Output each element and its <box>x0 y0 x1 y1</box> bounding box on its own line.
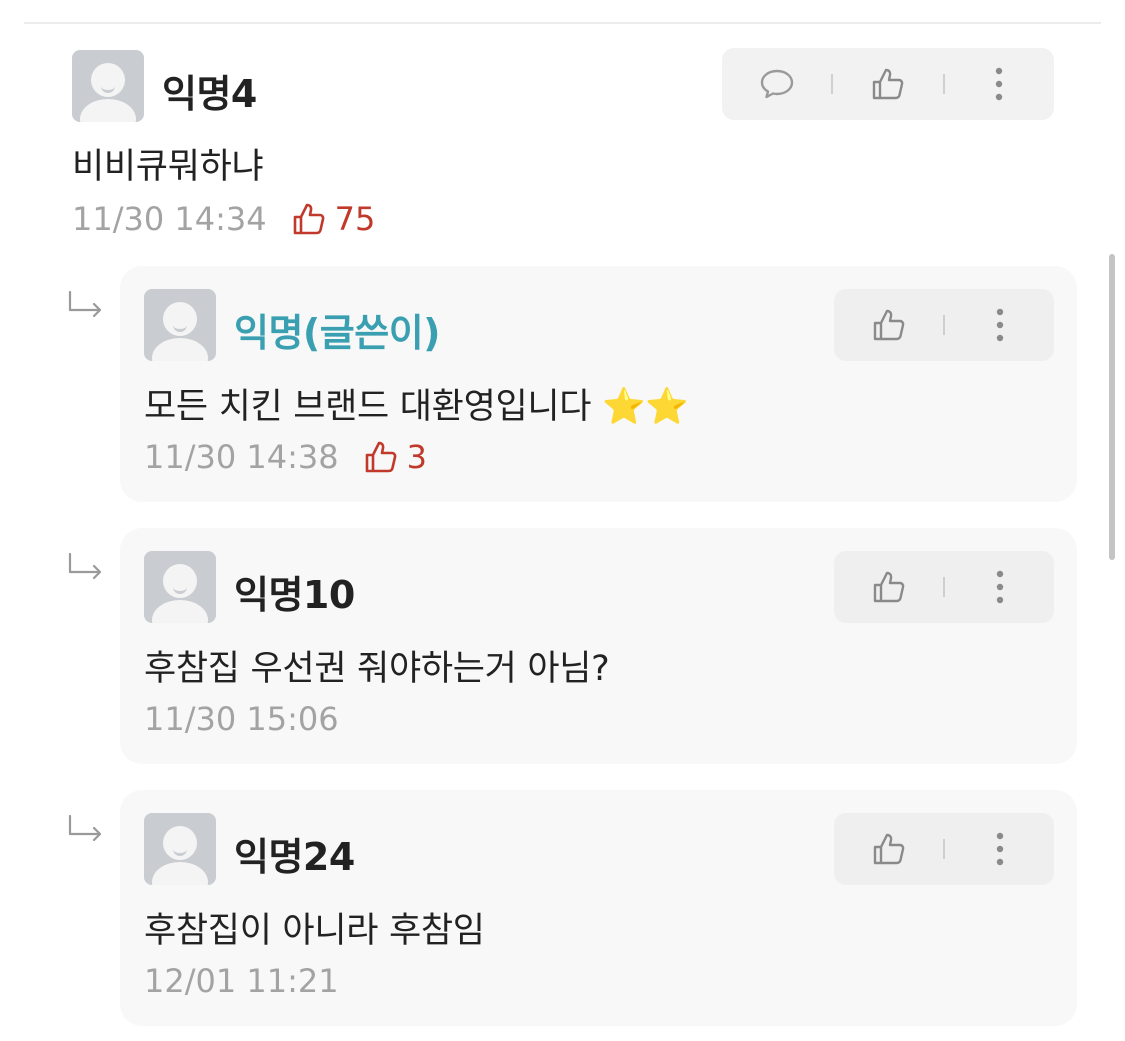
scrollbar-thumb[interactable] <box>1109 254 1115 560</box>
top-divider <box>24 22 1101 24</box>
more-button[interactable] <box>945 48 1054 120</box>
comment-author-name: 익명4 <box>162 72 257 116</box>
reply-arrow-icon <box>68 814 102 842</box>
avatar <box>72 50 144 122</box>
reply-actions <box>834 551 1054 623</box>
reply-card: 익명24 후참집이 아니라 후참임 12/01 11:21 <box>120 790 1077 1026</box>
reply-author-name: 익명24 <box>234 835 355 879</box>
more-button[interactable] <box>945 289 1054 361</box>
reply-time: 11/30 15:06 <box>144 700 339 738</box>
more-button[interactable] <box>945 551 1054 623</box>
reply-card: 익명(글쓴이) 모든 치킨 브랜드 대환영입니다 ⭐⭐ 11/30 14:38 … <box>120 266 1077 502</box>
reply-actions <box>834 289 1054 361</box>
comment-actions <box>722 48 1054 120</box>
reply-meta: 11/30 15:06 <box>144 700 339 738</box>
like-button[interactable] <box>834 289 943 361</box>
reply-time: 12/01 11:21 <box>144 962 339 1000</box>
avatar <box>144 551 216 623</box>
reply-meta: 12/01 11:21 <box>144 962 339 1000</box>
reply-actions <box>834 813 1054 885</box>
reply-arrow-icon <box>68 552 102 580</box>
vertical-ellipsis-icon <box>996 308 1003 342</box>
thumbs-up-icon <box>873 571 904 603</box>
reply-text: 후참집이 아니라 후참임 <box>144 911 485 951</box>
reply-arrow-icon <box>68 290 102 318</box>
avatar <box>144 289 216 361</box>
reply-text: 후참집 우선권 줘야하는거 아님? <box>144 649 610 689</box>
thumbs-up-icon <box>293 203 324 235</box>
vertical-ellipsis-icon <box>996 832 1003 866</box>
reply-author-name: 익명(글쓴이) <box>234 311 441 355</box>
thumbs-up-icon <box>365 441 396 473</box>
more-button[interactable] <box>945 813 1054 885</box>
reply-card: 익명10 후참집 우선권 줘야하는거 아님? 11/30 15:06 <box>120 528 1077 764</box>
reply-button[interactable] <box>722 48 831 120</box>
like-button[interactable] <box>834 813 943 885</box>
like-count-value: 3 <box>406 438 427 476</box>
comment-text: 비비큐뭐하냐 <box>72 147 264 187</box>
thumbs-up-icon <box>872 68 904 100</box>
comment-meta: 11/30 14:34 75 <box>72 200 375 238</box>
reply-text: 모든 치킨 브랜드 대환영입니다 ⭐⭐ <box>144 387 689 427</box>
like-button[interactable] <box>834 551 943 623</box>
comment-time: 11/30 14:34 <box>72 200 267 238</box>
like-count: 75 <box>291 200 376 238</box>
like-count: 3 <box>363 438 427 476</box>
reply-time: 11/30 14:38 <box>144 438 339 476</box>
reply-meta: 11/30 14:38 3 <box>144 438 427 476</box>
vertical-ellipsis-icon <box>996 570 1003 604</box>
avatar <box>144 813 216 885</box>
like-button[interactable] <box>833 48 942 120</box>
reply-author-name: 익명10 <box>234 573 355 617</box>
vertical-ellipsis-icon <box>996 67 1003 101</box>
thumbs-up-icon <box>873 309 904 341</box>
like-count-value: 75 <box>334 200 376 238</box>
speech-bubble-icon <box>760 69 793 99</box>
thumbs-up-icon <box>873 833 904 865</box>
